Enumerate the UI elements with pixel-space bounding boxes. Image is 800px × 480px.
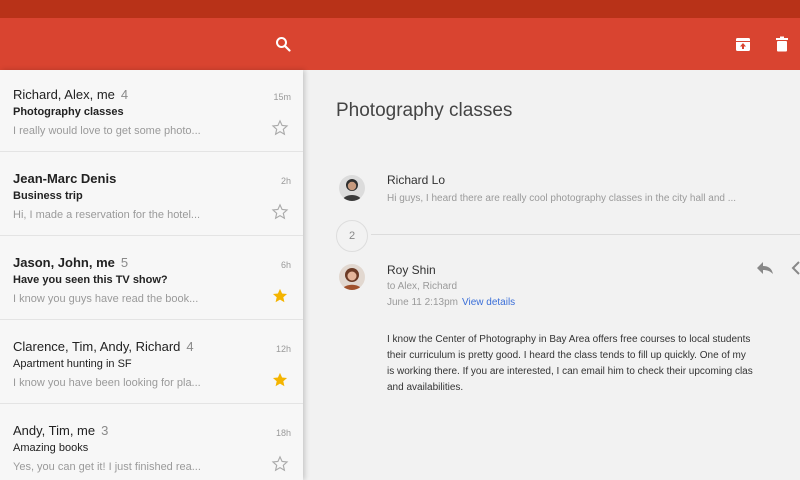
message-count: 4 <box>120 87 129 102</box>
conversation-sender: Andy, Tim, me 3 <box>13 423 109 438</box>
message-date: June 11 2:13pm View details <box>387 297 516 308</box>
star-outline-icon[interactable] <box>271 119 289 137</box>
conversation-time: 6h <box>280 260 291 270</box>
star-outline-icon[interactable] <box>271 203 289 221</box>
conversation-time: 12h <box>275 344 291 354</box>
conversation-item[interactable]: Clarence, Tim, Andy, Richard 4 Apartment … <box>0 322 303 404</box>
message-count: 5 <box>120 255 129 270</box>
conversation-title: Photography classes <box>336 100 513 121</box>
conversation-snippet: I know you guys have read the book... <box>13 293 199 305</box>
message-recipients: to Alex, Richard <box>387 281 458 292</box>
status-bar <box>0 0 800 18</box>
conversation-detail: Photography classes Richard Lo Hi guys, … <box>303 70 800 480</box>
divider <box>371 234 800 235</box>
star-filled-icon[interactable] <box>271 371 289 389</box>
message-snippet[interactable]: Hi guys, I heard there are really cool p… <box>387 193 736 204</box>
conversation-sender: Jason, John, me 5 <box>13 255 129 270</box>
conversation-snippet: Hi, I made a reservation for the hotel..… <box>13 209 201 221</box>
app-bar <box>0 18 800 70</box>
collapsed-messages-badge[interactable]: 2 <box>336 220 368 252</box>
conversation-sender: Richard, Alex, me 4 <box>13 87 129 102</box>
message-sender: Richard Lo <box>387 173 446 187</box>
divider <box>0 319 303 320</box>
message-body-line: I know the Center of Photography in Bay … <box>387 334 751 345</box>
conversation-time: 15m <box>273 92 291 102</box>
trash-icon[interactable] <box>771 33 793 55</box>
conversation-list: Richard, Alex, me 4 Photography classes I… <box>0 70 303 480</box>
more-icon[interactable] <box>791 258 800 278</box>
conversation-subject: Have you seen this TV show? <box>13 274 168 286</box>
star-outline-icon[interactable] <box>271 455 289 473</box>
avatar[interactable] <box>339 264 365 290</box>
conversation-subject: Photography classes <box>13 106 124 118</box>
conversation-sender: Clarence, Tim, Andy, Richard 4 <box>13 339 194 354</box>
conversation-item[interactable]: Andy, Tim, me 3 Amazing books Yes, you ca… <box>0 406 303 480</box>
message-body-line: their curriculum is pretty good. I heard… <box>387 350 746 361</box>
conversation-snippet: I know you have been looking for pla... <box>13 377 201 389</box>
message-body: I know the Center of Photography in Bay … <box>387 332 800 396</box>
avatar[interactable] <box>339 175 365 201</box>
conversation-sender: Jean-Marc Denis <box>13 171 117 186</box>
conversation-subject: Business trip <box>13 190 83 202</box>
conversation-snippet: I really would love to get some photo... <box>13 125 201 137</box>
conversation-subject: Apartment hunting in SF <box>13 358 132 370</box>
search-icon[interactable] <box>272 33 294 55</box>
conversation-snippet: Yes, you can get it! I just finished rea… <box>13 461 201 473</box>
divider <box>0 235 303 236</box>
view-details-link[interactable]: View details <box>462 297 515 308</box>
conversation-time: 2h <box>280 176 291 186</box>
message-count: 3 <box>101 423 109 438</box>
message-sender: Roy Shin <box>387 263 436 277</box>
conversation-subject: Amazing books <box>13 442 89 454</box>
conversation-time: 18h <box>275 428 291 438</box>
archive-icon[interactable] <box>732 33 754 55</box>
conversation-item[interactable]: Jean-Marc Denis Business trip Hi, I made… <box>0 154 303 236</box>
divider <box>0 403 303 404</box>
conversation-item[interactable]: Richard, Alex, me 4 Photography classes I… <box>0 70 303 152</box>
message-body-line: and availabilities. <box>387 382 464 393</box>
message-count: 4 <box>186 339 194 354</box>
conversation-item[interactable]: Jason, John, me 5 Have you seen this TV s… <box>0 238 303 320</box>
reply-icon[interactable] <box>755 258 775 278</box>
star-filled-icon[interactable] <box>271 287 289 305</box>
message-body-line: is working there. If you are interested,… <box>387 366 753 377</box>
divider <box>0 151 303 152</box>
